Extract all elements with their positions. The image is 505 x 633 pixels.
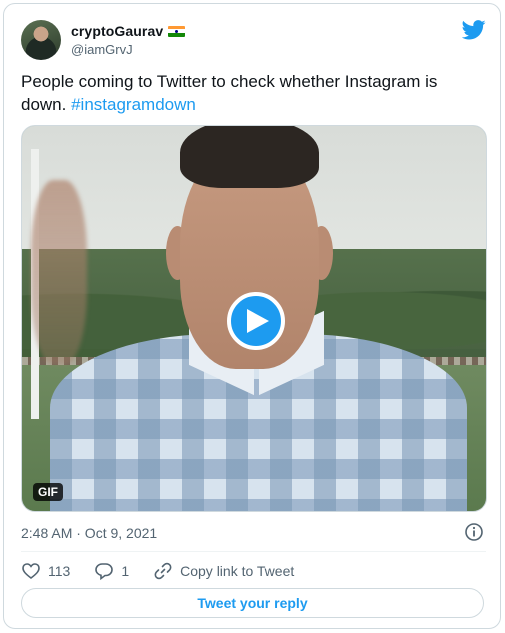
reply-count: 1	[121, 563, 130, 579]
copy-link-label: Copy link to Tweet	[180, 563, 295, 579]
gif-badge: GIF	[33, 483, 63, 501]
twitter-bird-icon[interactable]	[462, 20, 486, 40]
play-button[interactable]	[227, 292, 285, 350]
tweet-your-reply-button[interactable]: Tweet your reply	[21, 588, 484, 618]
tweet-timestamp[interactable]: 2:48 AM · Oct 9, 2021	[21, 525, 157, 541]
author-display-name[interactable]: cryptoGaurav	[71, 23, 163, 39]
divider	[21, 551, 486, 552]
tweet-text: People coming to Twitter to check whethe…	[21, 70, 481, 116]
copy-link-button[interactable]: Copy link to Tweet	[153, 561, 294, 581]
like-count: 113	[48, 563, 71, 579]
hashtag-link[interactable]: #instagramdown	[71, 95, 196, 114]
author-name-row[interactable]: cryptoGaurav	[71, 23, 186, 39]
avatar[interactable]	[21, 20, 61, 60]
like-button[interactable]: 113	[21, 561, 70, 581]
author-handle[interactable]: @iamGrvJ	[71, 42, 133, 57]
reply-bubble-icon	[95, 563, 114, 581]
tweet-actions: 113 1 Copy link to Tweet	[21, 560, 486, 582]
reply-action-button[interactable]: 1	[94, 561, 129, 581]
india-flag-icon	[168, 25, 186, 37]
tweet-card: cryptoGaurav @iamGrvJ People coming to T…	[3, 3, 501, 629]
play-icon	[247, 309, 269, 333]
link-icon	[154, 562, 172, 580]
gif-media[interactable]: GIF	[21, 125, 487, 512]
tweet-header: cryptoGaurav @iamGrvJ	[21, 20, 486, 64]
info-icon[interactable]	[464, 522, 484, 542]
heart-icon	[22, 563, 40, 580]
